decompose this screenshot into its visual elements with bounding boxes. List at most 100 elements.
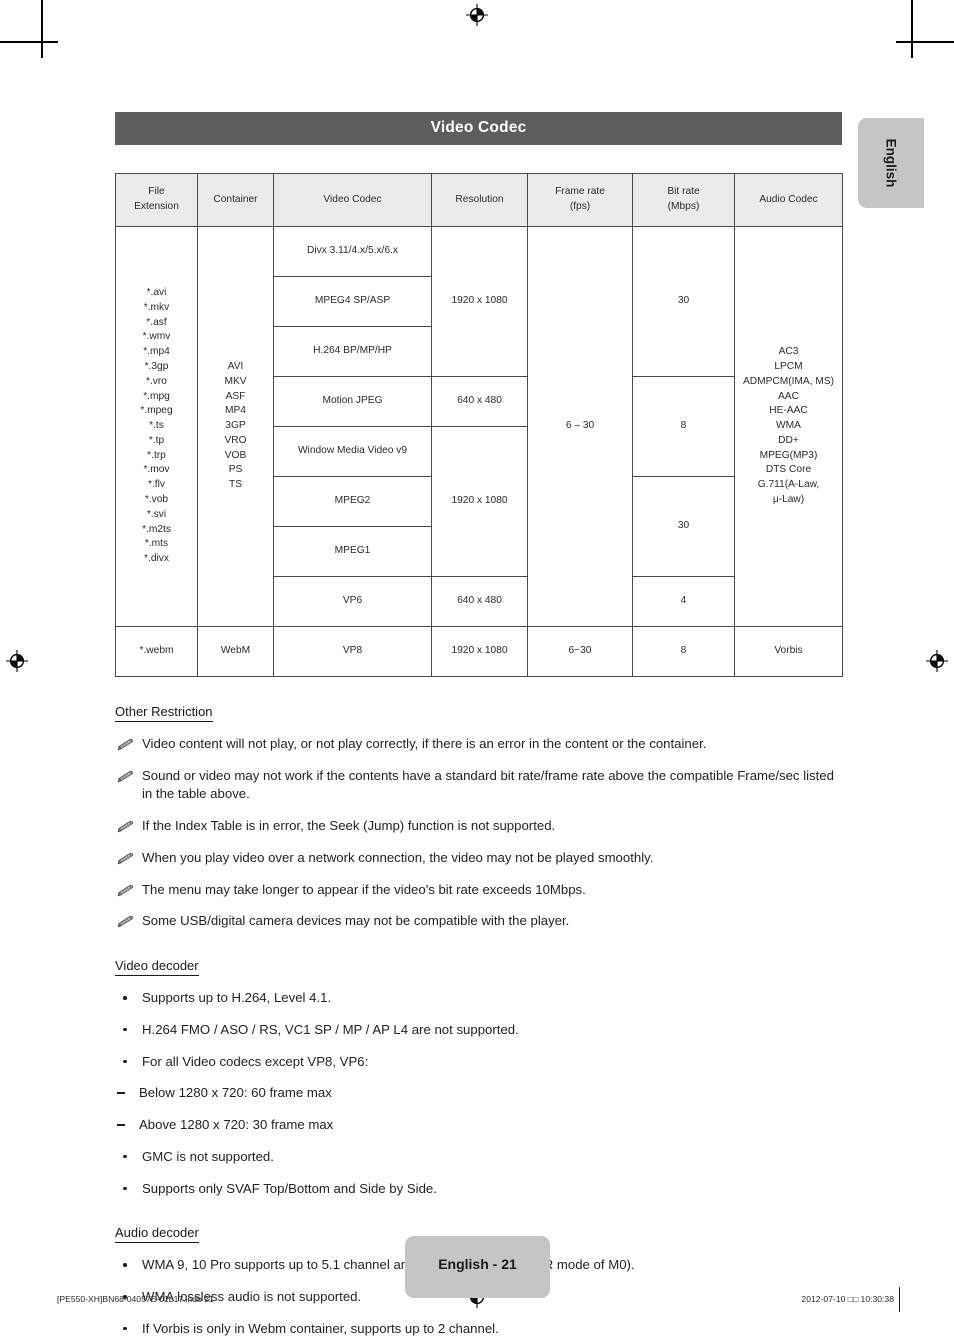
table-row: *.avi *.mkv *.asf *.wmv *.mp4 *.3gp *.vr… <box>115 226 843 627</box>
header-line-1: Audio Codec <box>759 193 818 205</box>
list-item-text: For all Video codecs except VP8, VP6: <box>142 1053 369 1069</box>
cell-bit-rate: 4 <box>632 576 735 627</box>
column-header-file-extension: File Extension <box>115 173 198 227</box>
cell-audio-codec: Vorbis <box>734 626 843 677</box>
page-content: Video Codec File Extension Container Vid… <box>115 112 843 1338</box>
header-line-2: (fps) <box>569 201 591 212</box>
audio-decoder-heading: Audio decoder <box>115 1225 199 1244</box>
list-item: If the Index Table is in error, the Seek… <box>115 817 842 836</box>
video-decoder-section: Video decoder Supports up to H.264, Leve… <box>115 957 842 1198</box>
header-line-1: File <box>148 186 165 198</box>
list-item-text: If the Index Table is in error, the Seek… <box>142 818 556 834</box>
cell-container: WebM <box>197 626 274 677</box>
section-title-bar: Video Codec <box>115 112 842 145</box>
dash-bullet-icon <box>117 1124 125 1126</box>
pencil-icon <box>117 738 134 751</box>
list-item: Video content will not play, or not play… <box>115 735 842 754</box>
section-title: Video Codec <box>430 119 527 136</box>
cell-video-codec: Window Media Video v9 <box>273 426 432 477</box>
other-restriction-list: Video content will not play, or not play… <box>115 735 842 931</box>
cell-video-codec: MPEG2 <box>273 476 432 527</box>
other-restriction-heading: Other Restriction <box>115 704 213 722</box>
list-item-text: Video content will not play, or not play… <box>142 736 707 751</box>
page-number-chip: English - 21 <box>405 1236 550 1298</box>
list-item: Sound or video may not work if the conte… <box>115 767 842 804</box>
cell-resolution: 1920 x 1080 <box>431 426 528 577</box>
list-item-text: Supports only SVAF Top/Bottom and Side b… <box>142 1180 437 1196</box>
footer-date-stamp: 2012-07-10 □□ 10:30:38 <box>801 1294 894 1304</box>
list-item: The menu may take longer to appear if th… <box>115 881 842 900</box>
cell-video-codec: MPEG4 SP/ASP <box>273 276 432 327</box>
table-row: *.webm WebM VP8 1920 x 1080 6~30 8 Vorbi… <box>115 626 843 677</box>
list-item: Above 1280 x 720: 30 frame max <box>115 1116 842 1135</box>
list-item: For all Video codecs except VP8, VP6: <box>115 1053 842 1072</box>
header-line-1: Container <box>213 193 258 205</box>
cell-audio-codec: AC3 LPCM ADMPCM(IMA, MS) AAC HE-AAC WMA … <box>734 226 843 627</box>
list-item-text: When you play video over a network conne… <box>142 849 654 865</box>
list-item-text: Below 1280 x 720: 60 frame max <box>139 1085 332 1101</box>
cell-frame-rate: 6~30 <box>527 626 633 677</box>
cell-video-codec: Divx 3.11/4.x/5.x/6.x <box>273 226 432 277</box>
dash-bullet-icon <box>117 1092 125 1095</box>
list-item: H.264 FMO / ASO / RS, VC1 SP / MP / AP L… <box>115 1021 842 1040</box>
column-header-video-codec: Video Codec <box>273 173 432 227</box>
list-item: GMC is not supported. <box>115 1148 842 1167</box>
pencil-icon <box>117 915 134 928</box>
crop-mark-top-right-vertical <box>911 0 913 58</box>
list-item: Below 1280 x 720: 60 frame max <box>115 1084 842 1103</box>
header-line-2: Extension <box>134 201 179 212</box>
list-item-text: GMC is not supported. <box>142 1148 274 1164</box>
other-restriction-section: Other Restriction Video content will not… <box>115 703 842 931</box>
registration-mark-left-middle <box>6 650 28 672</box>
cell-resolution: 1920 x 1080 <box>431 626 528 677</box>
registration-mark-top-center <box>466 4 488 26</box>
list-item: When you play video over a network conne… <box>115 849 842 868</box>
cell-video-codec: VP6 <box>273 576 432 627</box>
video-decoder-heading: Video decoder <box>115 958 199 977</box>
language-tab-label: English <box>883 138 899 188</box>
list-item: Supports up to H.264, Level 4.1. <box>115 989 842 1008</box>
cell-bit-rate: 30 <box>632 476 735 577</box>
cell-file-extension: *.webm <box>115 626 198 677</box>
header-line-1: Frame rate <box>555 186 605 198</box>
list-item-text: Some USB/digital camera devices may not … <box>142 913 570 929</box>
video-decoder-list: Supports up to H.264, Level 4.1. H.264 F… <box>115 989 842 1071</box>
crop-mark-top-left-vertical <box>41 0 43 58</box>
bullet-dot-icon <box>123 1154 127 1159</box>
cell-video-codec: Motion JPEG <box>273 376 432 427</box>
list-item: If Vorbis is only in Webm container, sup… <box>115 1320 842 1338</box>
cell-resolution: 640 x 480 <box>431 376 528 427</box>
column-header-audio-codec: Audio Codec <box>734 173 843 227</box>
column-header-bit-rate: Bit rate (Mbps) <box>632 173 735 227</box>
cell-video-codec: MPEG1 <box>273 526 432 577</box>
pencil-icon <box>117 770 134 783</box>
cell-file-extensions: *.avi *.mkv *.asf *.wmv *.mp4 *.3gp *.vr… <box>115 226 198 627</box>
header-line-2: (Mbps) <box>667 201 700 212</box>
header-line-1: Bit rate <box>667 186 700 198</box>
cell-resolution: 640 x 480 <box>431 576 528 627</box>
header-line-1: Video Codec <box>323 193 382 205</box>
bullet-dot-icon <box>123 1027 127 1032</box>
crop-mark-top-left-horizontal <box>0 41 58 43</box>
list-item-text: Supports up to H.264, Level 4.1. <box>142 990 332 1006</box>
crop-mark-top-right-horizontal <box>896 41 954 43</box>
column-header-frame-rate: Frame rate (fps) <box>527 173 633 227</box>
cell-bit-rate: 30 <box>632 226 735 377</box>
cell-frame-rate: 6 – 30 <box>527 226 633 627</box>
video-codec-table: File Extension Container Video Codec Res… <box>115 173 843 677</box>
bullet-dot-icon <box>123 1263 127 1267</box>
bullet-dot-icon <box>123 1186 127 1191</box>
cell-video-codec: H.264 BP/MP/HP <box>273 326 432 377</box>
bullet-dot-icon <box>123 996 127 1000</box>
list-item-text: If Vorbis is only in Webm container, sup… <box>142 1320 499 1336</box>
footer-file-stamp: [PE550-XH]BN68-04057E-01L17.indb 21 <box>57 1294 214 1304</box>
video-decoder-sublist: Below 1280 x 720: 60 frame max Above 128… <box>115 1084 842 1134</box>
cell-bit-rate: 8 <box>632 376 735 477</box>
cell-containers: AVI MKV ASF MP4 3GP VRO VOB PS TS <box>197 226 274 627</box>
video-decoder-list-continued: GMC is not supported. Supports only SVAF… <box>115 1148 842 1198</box>
cell-resolution: 1920 x 1080 <box>431 226 528 377</box>
list-item-text: Above 1280 x 720: 30 frame max <box>139 1117 334 1133</box>
list-item-text: WMA 9, 10 Pro supports up to 5.1 channel… <box>142 1257 635 1273</box>
pencil-icon <box>117 884 134 896</box>
list-item: Some USB/digital camera devices may not … <box>115 912 842 931</box>
